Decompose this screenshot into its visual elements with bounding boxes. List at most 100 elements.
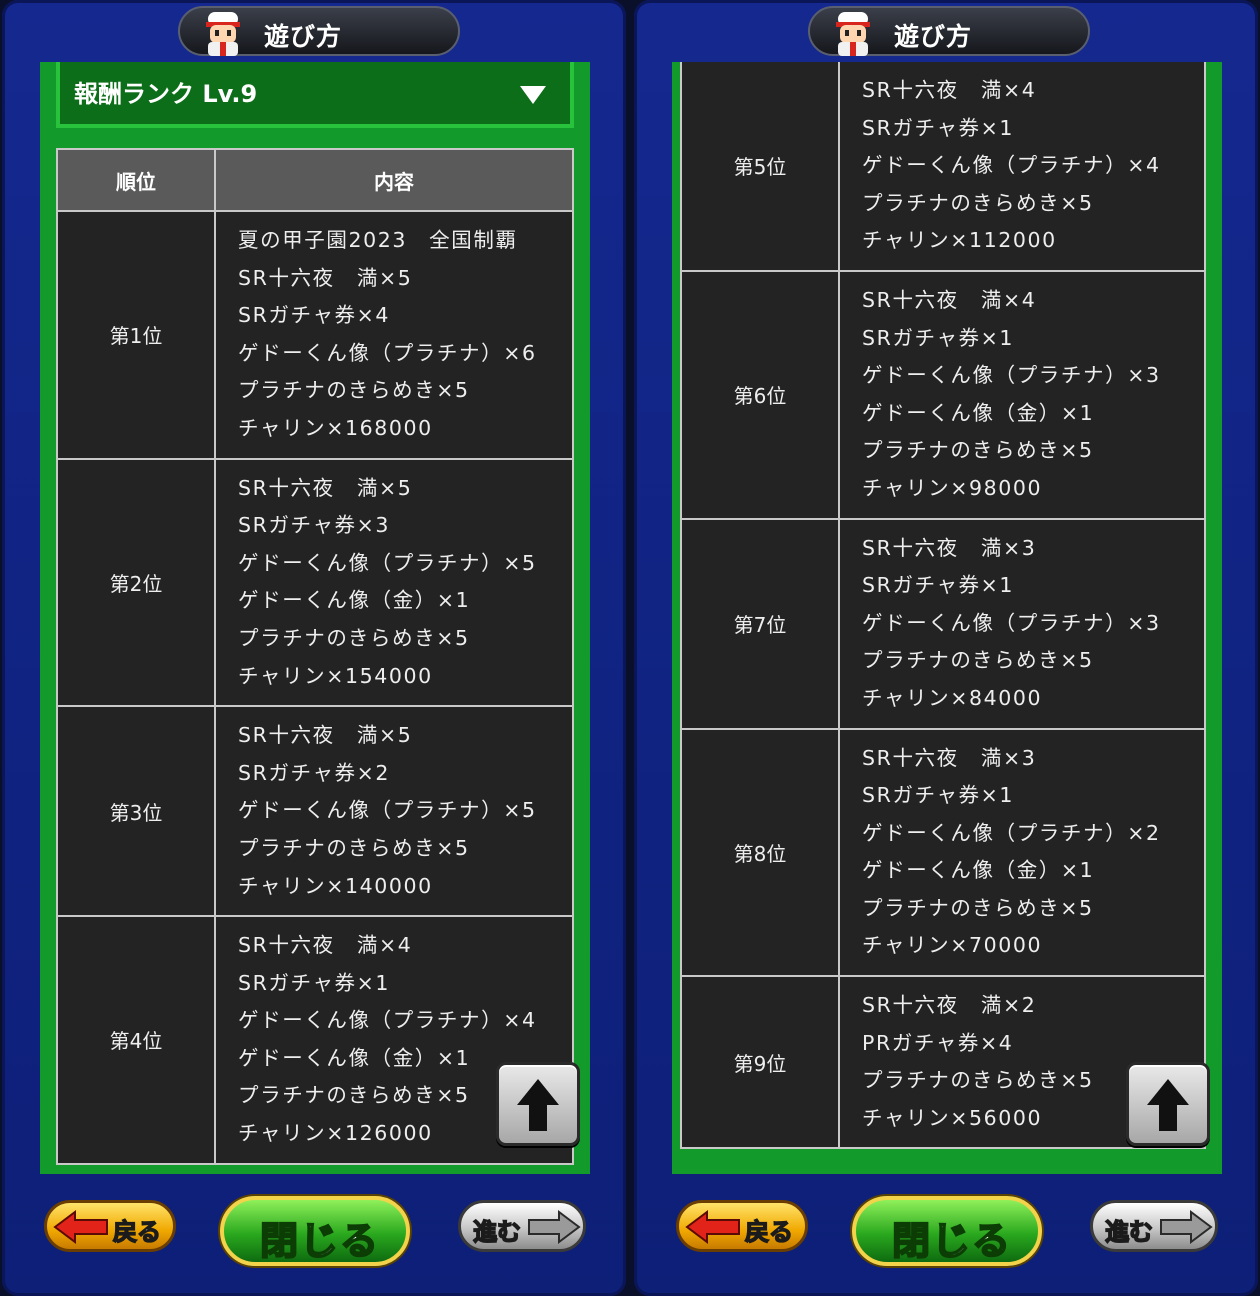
rank-cell: 第4位 — [56, 915, 216, 1165]
reward-item: プラチナのきらめき×5 — [862, 438, 1094, 463]
reward-item: ゲドーくん像（プラチナ）×4 — [238, 1008, 537, 1033]
reward-items-cell: SR十六夜 満×4 SRガチャ券×1 ゲドーくん像（プラチナ）×4 プラチナのきらめき… — [838, 62, 1206, 272]
reward-table: 順位 内容 第1位 夏の甲子園2023 全国制覇 SR十六夜 満×5 SRガチャ券×4… — [56, 148, 574, 1165]
reward-item: チャリン×84000 — [862, 685, 1043, 710]
mascot-icon — [836, 12, 870, 56]
reward-item: ゲドーくん像（プラチナ）×6 — [238, 340, 537, 365]
reward-items-cell: SR十六夜 満×5 SRガチャ券×2 ゲドーくん像（プラチナ）×5 プラチナのきらめき… — [214, 705, 574, 918]
reward-item: SR十六夜 満×2 — [862, 993, 1037, 1018]
reward-item: PRガチャ券×4 — [862, 1030, 1014, 1055]
rank-cell: 第3位 — [56, 705, 216, 918]
reward-items-cell: SR十六夜 満×3 SRガチャ券×1 ゲドーくん像（プラチナ）×3 プラチナのきらめき… — [838, 517, 1206, 730]
page-title: 遊び方 — [264, 22, 343, 51]
reward-item: ゲドーくん像（プラチナ）×3 — [862, 363, 1161, 388]
reward-item: ゲドーくん像（プラチナ）×3 — [862, 610, 1161, 635]
reward-rank-dropdown[interactable]: 報酬ランク Lv.9 — [56, 62, 574, 128]
left-arrow-icon — [53, 1210, 108, 1244]
reward-item: チャリン×154000 — [238, 663, 433, 688]
reward-item: 夏の甲子園2023 全国制覇 — [238, 228, 518, 252]
scroll-top-button[interactable] — [496, 1062, 580, 1146]
title-bar: 遊び方 — [178, 6, 460, 56]
reward-item: プラチナのきらめき×5 — [238, 625, 470, 650]
next-button[interactable]: 進む — [1090, 1200, 1218, 1252]
close-button[interactable]: 閉じる — [220, 1196, 410, 1266]
left-arrow-icon — [685, 1210, 740, 1244]
help-panel-right: 遊び方 第5位 SR十六夜 満×4 SRガチャ券×1 ゲドーくん像（プラチナ）×4 プラ… — [634, 0, 1258, 1296]
page-title: 遊び方 — [894, 22, 973, 51]
reward-item: ゲドーくん像（金）×1 — [862, 400, 1095, 425]
dropdown-label: 報酬ランク Lv.9 — [74, 80, 258, 108]
help-panel-left: 遊び方 報酬ランク Lv.9 順位 内容 第1位 夏の甲子園2023 全国制覇 SR… — [2, 0, 626, 1296]
title-bar: 遊び方 — [808, 6, 1090, 56]
reward-item: プラチナのきらめき×5 — [862, 895, 1094, 920]
column-header-content: 内容 — [214, 148, 574, 212]
close-label: 閉じる — [259, 1218, 381, 1264]
reward-item: ゲドーくん像（プラチナ）×4 — [862, 153, 1161, 178]
dropdown-arrow-icon — [520, 86, 546, 104]
next-button[interactable]: 進む — [458, 1200, 586, 1252]
reward-item: SRガチャ券×1 — [862, 573, 1015, 598]
reward-item: チャリン×140000 — [238, 873, 433, 898]
reward-item: SR十六夜 満×3 — [862, 745, 1037, 770]
reward-item: ゲドーくん像（金）×1 — [862, 858, 1095, 883]
reward-item: SRガチャ券×2 — [238, 760, 391, 785]
reward-item: プラチナのきらめき×5 — [238, 378, 470, 403]
right-arrow-icon — [1160, 1210, 1213, 1244]
reward-item: SR十六夜 満×5 — [238, 723, 413, 748]
up-arrow-icon — [1147, 1079, 1189, 1131]
reward-item: ゲドーくん像（プラチナ）×5 — [238, 550, 537, 575]
table-row: 第1位 夏の甲子園2023 全国制覇 SR十六夜 満×5 SRガチャ券×4 ゲドーくん像… — [56, 210, 574, 460]
back-button[interactable]: 戻る — [44, 1200, 176, 1252]
rank-cell: 第1位 — [56, 210, 216, 460]
column-header-rank: 順位 — [56, 148, 216, 212]
rank-cell: 第2位 — [56, 457, 216, 708]
reward-item: プラチナのきらめき×5 — [862, 648, 1094, 673]
table-row: 第2位 SR十六夜 満×5 SRガチャ券×3 ゲドーくん像（プラチナ）×5 ゲドーくん像… — [56, 457, 574, 708]
table-row: 第7位 SR十六夜 満×3 SRガチャ券×1 ゲドーくん像（プラチナ）×3 プラチナのき… — [680, 517, 1206, 730]
table-row: 第8位 SR十六夜 満×3 SRガチャ券×1 ゲドーくん像（プラチナ）×2 ゲドーくん像… — [680, 727, 1206, 978]
up-arrow-icon — [517, 1079, 559, 1131]
reward-item: SRガチャ券×4 — [238, 303, 391, 328]
rank-cell: 第8位 — [680, 727, 840, 978]
reward-item: チャリン×70000 — [862, 933, 1043, 958]
reward-items-cell: 夏の甲子園2023 全国制覇 SR十六夜 満×5 SRガチャ券×4 ゲドーくん像（プラ… — [214, 210, 574, 460]
reward-item: SR十六夜 満×4 — [862, 287, 1037, 312]
rank-cell: 第5位 — [680, 62, 840, 272]
reward-item: SRガチャ券×1 — [862, 115, 1015, 140]
right-arrow-icon — [528, 1210, 581, 1244]
table-row: 第6位 SR十六夜 満×4 SRガチャ券×1 ゲドーくん像（プラチナ）×3 ゲドーくん像… — [680, 269, 1206, 520]
back-button[interactable]: 戻る — [676, 1200, 808, 1252]
reward-item: SRガチャ券×1 — [238, 970, 391, 995]
content-area[interactable]: 報酬ランク Lv.9 順位 内容 第1位 夏の甲子園2023 全国制覇 SR十六夜 … — [40, 62, 590, 1174]
table-row: 第5位 SR十六夜 満×4 SRガチャ券×1 ゲドーくん像（プラチナ）×4 プラチナのき… — [680, 62, 1206, 272]
reward-item: プラチナのきらめき×5 — [238, 835, 470, 860]
reward-item: SRガチャ券×1 — [862, 325, 1015, 350]
rank-cell: 第9位 — [680, 975, 840, 1150]
reward-item: チャリン×98000 — [862, 475, 1043, 500]
close-button[interactable]: 閉じる — [852, 1196, 1042, 1266]
mascot-icon — [206, 12, 240, 56]
next-label: 進む — [472, 1217, 522, 1247]
close-label: 閉じる — [891, 1218, 1013, 1264]
reward-item: プラチナのきらめき×5 — [862, 190, 1094, 215]
reward-item: チャリン×168000 — [238, 415, 433, 440]
reward-item: SR十六夜 満×4 — [238, 933, 413, 958]
reward-table: 第5位 SR十六夜 満×4 SRガチャ券×1 ゲドーくん像（プラチナ）×4 プラチナのき… — [680, 62, 1206, 1150]
reward-items-cell: SR十六夜 満×3 SRガチャ券×1 ゲドーくん像（プラチナ）×2 ゲドーくん像（金）… — [838, 727, 1206, 978]
reward-item: SR十六夜 満×5 — [238, 475, 413, 500]
reward-item: ゲドーくん像（金）×1 — [238, 588, 471, 613]
reward-item: チャリン×112000 — [862, 228, 1057, 253]
content-area[interactable]: 第5位 SR十六夜 満×4 SRガチャ券×1 ゲドーくん像（プラチナ）×4 プラチナのき… — [672, 62, 1222, 1174]
reward-item: SR十六夜 満×3 — [862, 535, 1037, 560]
reward-item: SRガチャ券×1 — [862, 783, 1015, 808]
reward-item: SR十六夜 満×5 — [238, 265, 413, 290]
reward-items-cell: SR十六夜 満×4 SRガチャ券×1 ゲドーくん像（プラチナ）×3 ゲドーくん像（金）… — [838, 269, 1206, 520]
back-label: 戻る — [112, 1217, 162, 1247]
reward-item: SR十六夜 満×4 — [862, 78, 1037, 102]
next-label: 進む — [1104, 1217, 1154, 1247]
scroll-top-button[interactable] — [1126, 1062, 1210, 1146]
reward-item: ゲドーくん像（プラチナ）×5 — [238, 798, 537, 823]
rank-cell: 第6位 — [680, 269, 840, 520]
back-label: 戻る — [744, 1217, 794, 1247]
reward-item: SRガチャ券×3 — [238, 513, 391, 538]
